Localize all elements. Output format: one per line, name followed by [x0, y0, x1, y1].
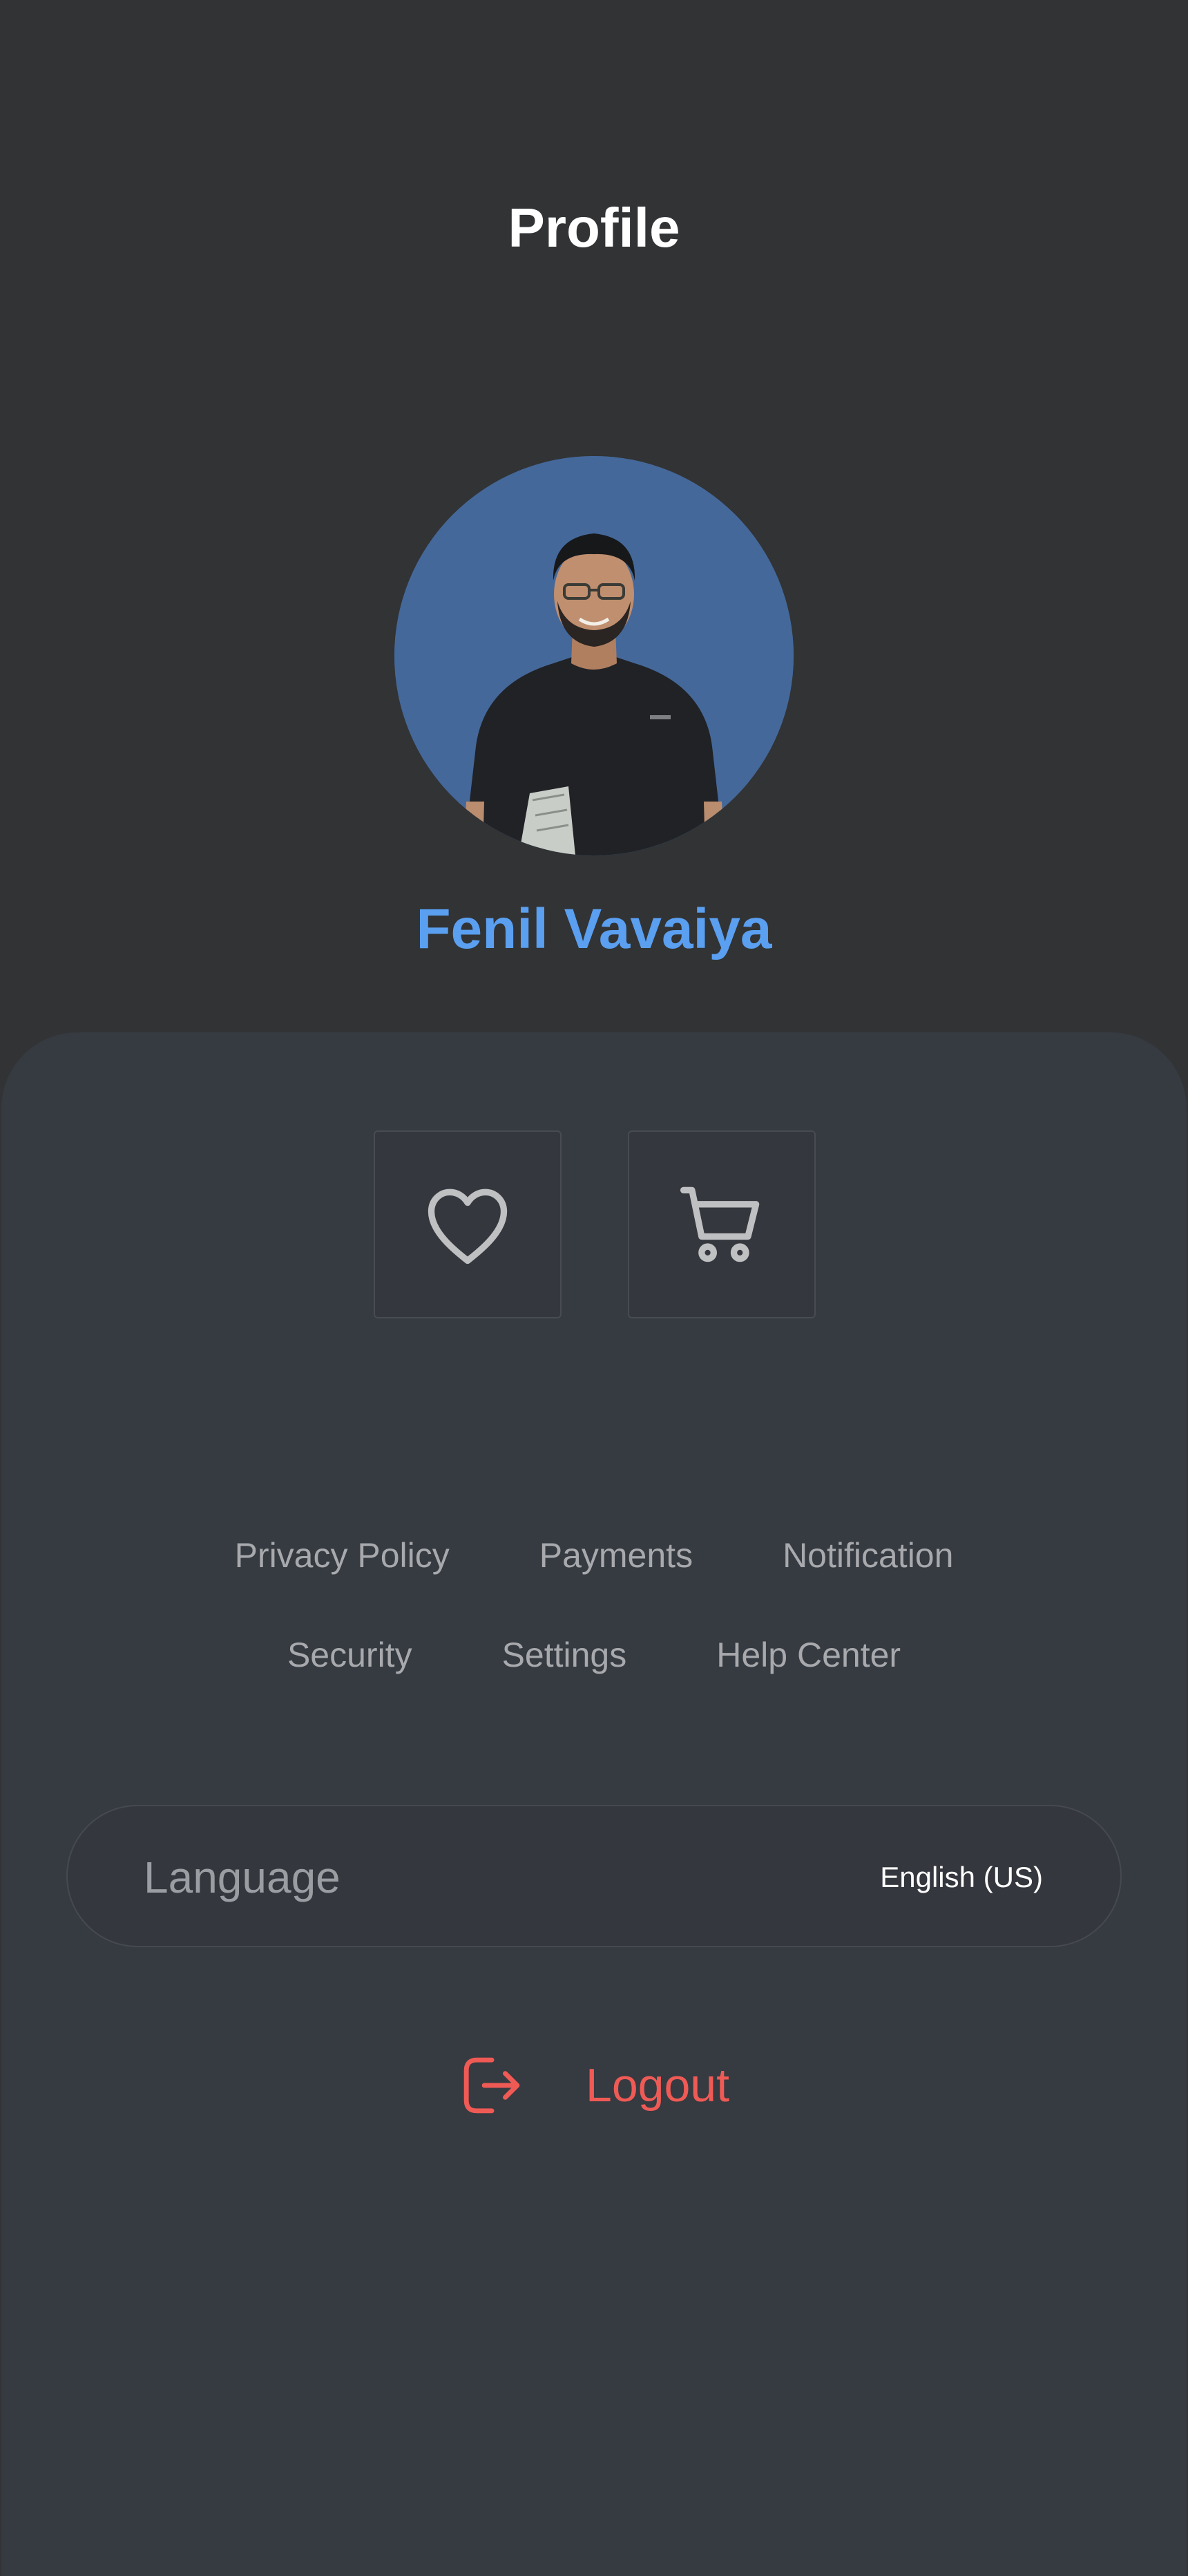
menu-links-row-2: Security Settings Help Center	[0, 1631, 1188, 1679]
security-link[interactable]: Security	[287, 1631, 412, 1679]
avatar[interactable]	[394, 456, 794, 855]
logout-button[interactable]: Logout	[456, 2051, 729, 2120]
cart-icon	[680, 1186, 760, 1262]
favorites-button[interactable]	[374, 1130, 562, 1318]
notification-link[interactable]: Notification	[783, 1531, 953, 1580]
language-value: English (US)	[880, 1861, 1043, 1893]
page-title: Profile	[508, 197, 680, 258]
language-label: Language	[144, 1853, 341, 1902]
payments-link[interactable]: Payments	[539, 1531, 693, 1580]
logout-label: Logout	[586, 2059, 729, 2112]
help-center-link[interactable]: Help Center	[716, 1631, 901, 1679]
profile-panel	[1, 1032, 1187, 2576]
heart-icon	[428, 1188, 508, 1265]
cart-button[interactable]	[628, 1130, 816, 1318]
menu-links-row-1: Privacy Policy Payments Notification	[0, 1531, 1188, 1580]
user-photo-icon	[394, 456, 794, 855]
logout-icon	[463, 2057, 520, 2114]
language-selector[interactable]: Language English (US)	[66, 1805, 1122, 1947]
settings-link[interactable]: Settings	[502, 1631, 627, 1679]
privacy-policy-link[interactable]: Privacy Policy	[235, 1531, 450, 1580]
user-name: Fenil Vavaiya	[416, 898, 772, 960]
